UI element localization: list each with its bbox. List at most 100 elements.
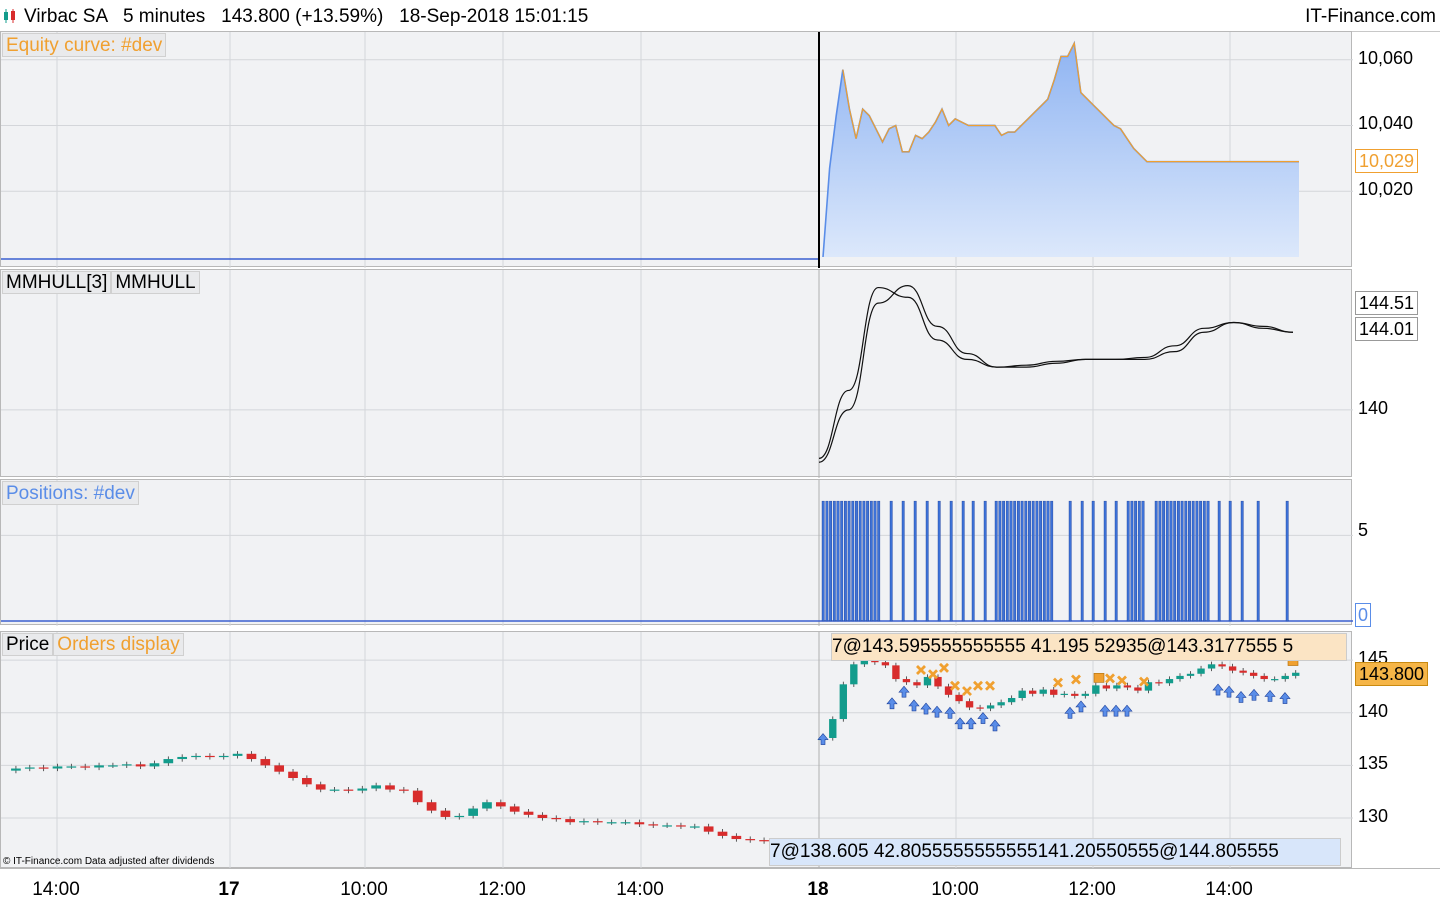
candle-body [676, 825, 686, 827]
buy-arrow-icon [1223, 685, 1235, 698]
candle-body [482, 802, 492, 809]
price-last-value: 143.800 [1355, 662, 1429, 686]
orders-display-label: Orders display [53, 633, 184, 656]
mmhull-chart [1, 270, 1353, 478]
candle-body [537, 814, 548, 818]
candlestick-logo-icon [4, 9, 15, 23]
exit-cross-icon [928, 669, 938, 680]
candle-body [565, 819, 575, 823]
candle-body [1039, 689, 1047, 694]
candle-body [579, 821, 589, 823]
buy-arrow-icon [1212, 683, 1224, 696]
price-change: (+13.59%) [295, 6, 384, 27]
exit-cross-icon [939, 662, 949, 673]
position-bar [1188, 500, 1191, 622]
candle-body [1197, 668, 1205, 674]
candle-body [1249, 672, 1258, 676]
position-bar [889, 500, 893, 622]
position-bar [1024, 500, 1028, 622]
position-bar [1103, 500, 1107, 622]
equity-curve-tag: Equity curve: #dev [2, 33, 167, 57]
position-bar [866, 500, 870, 622]
position-bar [1169, 500, 1173, 622]
buy-arrow-icon [1075, 700, 1087, 713]
time-axis-label: 17 [218, 879, 240, 900]
candle-body [1007, 698, 1016, 703]
buy-arrow-icon [1248, 688, 1260, 701]
position-bar [1005, 500, 1009, 622]
mmhull3-label: MMHULL[3] [2, 271, 112, 294]
candle-body [1018, 690, 1026, 698]
mmhull-y-tick: 140 [1358, 397, 1389, 418]
exit-cross-icon [1053, 677, 1063, 688]
position-bar [1285, 500, 1289, 622]
position-bar [998, 500, 1002, 622]
position-bar [1126, 500, 1130, 622]
candle-body [892, 665, 900, 680]
candle-body [606, 822, 617, 824]
position-bar [1176, 500, 1180, 622]
time-axis-label: 14:00 [616, 879, 664, 900]
time-axis: 14:00 17 10:00 12:00 14:00 18 10:00 12:00 14:00 [0, 868, 1440, 900]
candle-body [620, 822, 631, 824]
mmhull-series-line [818, 286, 1294, 459]
position-bar [1130, 500, 1134, 622]
candle-body [24, 767, 35, 769]
candle-body [11, 768, 21, 771]
candle-body [371, 785, 381, 789]
candle-body [149, 763, 160, 767]
candle-body [177, 756, 188, 760]
positions-panel: Positions: #dev [0, 479, 1353, 626]
position-bar [1013, 500, 1017, 622]
position-bar [877, 500, 881, 622]
candle-body [850, 664, 858, 685]
candle-body [839, 684, 847, 720]
position-bar [1091, 500, 1095, 622]
position-bar [847, 500, 851, 622]
equity-curve-panel: Equity curve: #dev [0, 31, 1353, 268]
position-bar [901, 500, 905, 622]
price-label: Price [2, 633, 54, 656]
position-bar [1154, 500, 1158, 622]
position-bar [1039, 500, 1043, 622]
candle-body [944, 686, 953, 695]
mmhull-last-value: 144.01 [1355, 317, 1419, 341]
candle-body [1060, 693, 1068, 695]
position-bar [961, 500, 965, 622]
candle-body [1029, 690, 1037, 694]
position-bar [851, 500, 855, 622]
buy-arrow-icon [1099, 704, 1111, 717]
candle-body [955, 694, 963, 702]
candle-body [440, 810, 451, 817]
candle-body [399, 789, 409, 791]
candle-body [745, 839, 756, 841]
time-axis-label: 12:00 [1068, 879, 1116, 900]
mmhull-label: MMHULL [111, 271, 200, 294]
buy-arrow-icon [931, 705, 943, 718]
candle-body [1165, 679, 1174, 684]
position-bar [925, 500, 929, 622]
chart-datetime: 18-Sep-2018 15:01:15 [399, 6, 589, 27]
position-bar [832, 500, 836, 622]
position-bar [858, 500, 862, 622]
price-tag: Price Orders display [2, 633, 184, 657]
price-y-tick: 140 [1358, 700, 1389, 721]
mmhull-tag: MMHULL[3] MMHULL [2, 271, 200, 295]
position-bar [1017, 500, 1020, 622]
equity-y-tick: 10,040 [1358, 113, 1414, 134]
candle-body [592, 821, 603, 823]
candle-body [717, 831, 728, 836]
position-bar [1228, 500, 1232, 622]
position-bar [1256, 500, 1260, 622]
position-bar [821, 500, 825, 622]
candle-body [218, 755, 229, 758]
position-bar [1184, 500, 1188, 622]
position-bar [1028, 500, 1031, 622]
candle-body [121, 764, 132, 766]
candle-body [66, 766, 77, 768]
position-bar [1002, 500, 1006, 622]
position-bar [825, 500, 829, 622]
candle-body [315, 784, 326, 790]
position-bar [1134, 500, 1138, 622]
exit-cross-icon [916, 665, 926, 675]
